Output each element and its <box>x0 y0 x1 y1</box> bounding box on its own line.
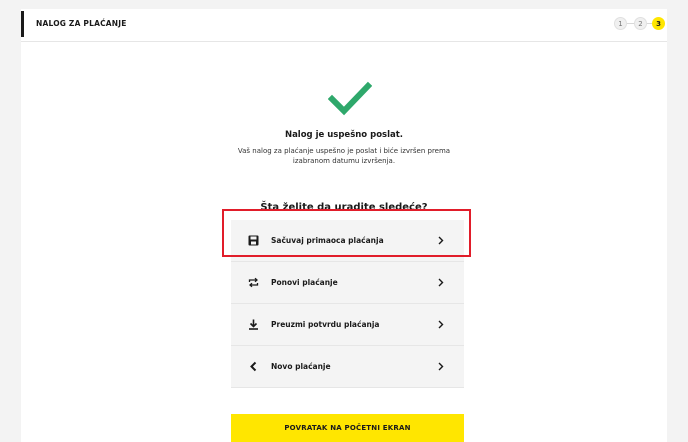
option-label: Sačuvaj primaoca plaćanja <box>271 236 384 245</box>
chevron-right-icon <box>438 362 444 371</box>
back-arrow-icon <box>250 361 257 372</box>
option-save-recipient[interactable]: Sačuvaj primaoca plaćanja <box>231 220 464 262</box>
option-repeat-payment[interactable]: Ponovi plaćanje <box>231 262 464 304</box>
return-home-button[interactable]: POVRATAK NA POČETNI EKRAN <box>231 414 464 442</box>
option-label: Preuzmi potvrdu plaćanja <box>271 320 380 329</box>
chevron-right-icon <box>438 236 444 245</box>
download-icon <box>249 319 258 330</box>
step-2: 2 <box>634 17 647 30</box>
confirmation-title: Nalog je uspešno poslat. <box>284 130 404 140</box>
option-label: Ponovi plaćanje <box>271 278 338 287</box>
option-new-payment[interactable]: Novo plaćanje <box>231 346 464 388</box>
page-title: NALOG ZA PLAĆANJE <box>36 19 127 28</box>
option-label: Novo plaćanje <box>271 362 331 371</box>
step-connector <box>627 23 634 24</box>
repeat-icon <box>248 277 259 288</box>
save-icon <box>248 235 259 246</box>
step-indicator: 1 2 3 <box>614 17 665 31</box>
chevron-right-icon <box>438 278 444 287</box>
chevron-right-icon <box>438 320 444 329</box>
confirmation-message: Vaš nalog za plaćanje uspešno je poslat … <box>237 147 451 165</box>
step-1: 1 <box>614 17 627 30</box>
header-accent-bar <box>21 11 24 37</box>
next-options-list: Sačuvaj primaoca plaćanja Ponovi plaćanj… <box>231 220 464 388</box>
page-header: NALOG ZA PLAĆANJE 1 2 3 <box>21 9 667 42</box>
step-3-active: 3 <box>652 17 665 30</box>
payment-panel: NALOG ZA PLAĆANJE 1 2 3 Nalog je uspešno… <box>21 9 667 442</box>
option-download-confirmation[interactable]: Preuzmi potvrdu plaćanja <box>231 304 464 346</box>
success-check-icon <box>328 81 372 116</box>
next-steps-question: Šta želite da uradite sledeće? <box>260 202 428 213</box>
